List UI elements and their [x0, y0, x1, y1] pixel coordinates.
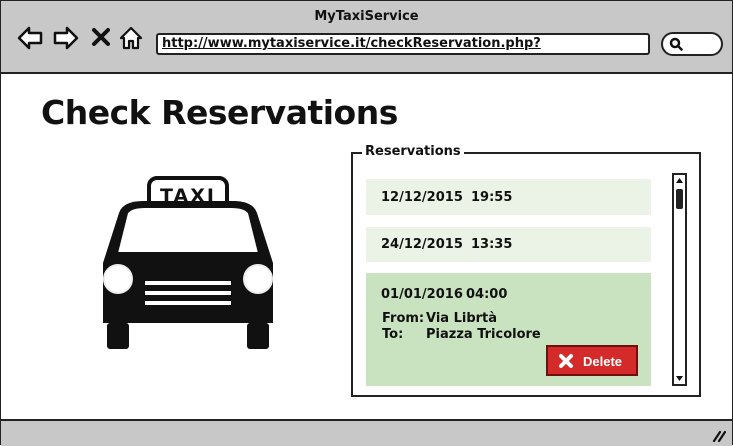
resize-grip-icon[interactable] [712, 430, 726, 442]
reservation-date: 24/12/2015 [381, 237, 463, 252]
reservations-scrollbar[interactable] [672, 173, 687, 386]
delete-button[interactable]: Delete [546, 345, 638, 376]
search-field[interactable] [661, 32, 723, 56]
reservation-time: 19:55 [471, 190, 513, 205]
forward-arrow-icon[interactable] [53, 25, 79, 51]
back-arrow-icon[interactable] [17, 25, 43, 51]
page-title: Check Reservations [41, 93, 398, 132]
reservation-date: 01/01/2016 [381, 287, 463, 302]
from-label: From: [382, 311, 425, 326]
to-label: To: [382, 327, 404, 342]
scroll-thumb[interactable] [676, 189, 683, 209]
delete-button-label: Delete [583, 354, 623, 369]
from-value: Via Librtà [426, 311, 498, 326]
to-value: Piazza Tricolore [426, 327, 541, 342]
reservations-legend: Reservations [362, 144, 464, 159]
browser-toolbar: MyTaxiService http://www.mytaxiservice.i… [1, 1, 732, 74]
scroll-down-icon[interactable] [675, 374, 684, 383]
scroll-up-icon[interactable] [675, 176, 684, 185]
reservation-row[interactable]: 12/12/2015 19:55 [366, 179, 651, 215]
reservation-time: 04:00 [466, 287, 508, 302]
reservation-to: To: Piazza Tricolore [382, 327, 541, 342]
window-title: MyTaxiService [314, 9, 419, 24]
reservation-date: 12/12/2015 [381, 190, 463, 205]
status-bar [1, 419, 732, 446]
search-icon [669, 37, 683, 51]
reservation-from: From: Via Librtà [382, 311, 497, 326]
close-x-icon [559, 354, 573, 368]
address-bar[interactable]: http://www.mytaxiservice.it/checkReserva… [156, 33, 650, 55]
browser-window: MyTaxiService http://www.mytaxiservice.i… [0, 0, 733, 446]
taxi-car-icon: TAXI [103, 176, 273, 349]
reservation-row[interactable]: 24/12/2015 13:35 [366, 227, 651, 262]
reservation-time: 13:35 [471, 237, 513, 252]
home-icon[interactable] [118, 25, 144, 51]
stop-x-icon[interactable] [91, 27, 111, 47]
